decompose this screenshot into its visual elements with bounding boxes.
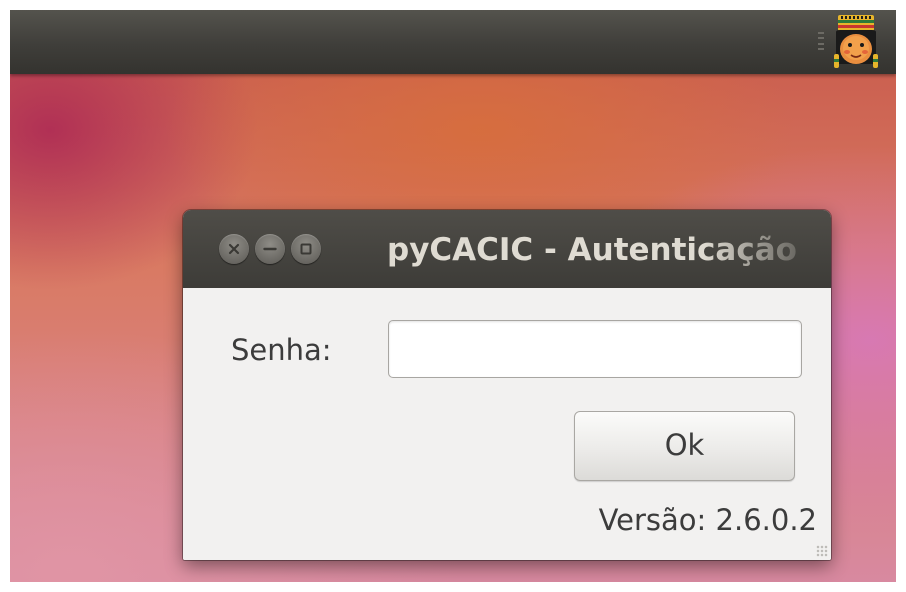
password-input[interactable] [388,320,802,378]
minimize-icon [263,247,277,251]
resize-grip-icon[interactable] [816,545,828,557]
minimize-button[interactable] [255,234,285,264]
top-panel [10,10,896,74]
dialog-titlebar[interactable]: pyCACIC - Autenticação [183,210,831,288]
password-label: Senha: [231,333,332,367]
authentication-dialog: pyCACIC - Autenticação Senha: Ok Versão:… [183,210,831,560]
ok-button[interactable]: Ok [574,411,795,481]
maximize-icon [300,243,312,255]
panel-grip-icon [818,32,824,50]
close-button[interactable] [219,234,249,264]
dialog-title: pyCACIC - Autenticação [387,232,797,268]
version-text: Versão: 2.6.0.2 [598,503,817,537]
close-icon [228,243,240,255]
dialog-content: Senha: Ok Versão: 2.6.0.2 [183,288,831,560]
maximize-button[interactable] [291,234,321,264]
desktop: pyCACIC - Autenticação Senha: Ok Versão:… [10,10,896,582]
pycacic-tray-icon[interactable] [826,12,886,72]
